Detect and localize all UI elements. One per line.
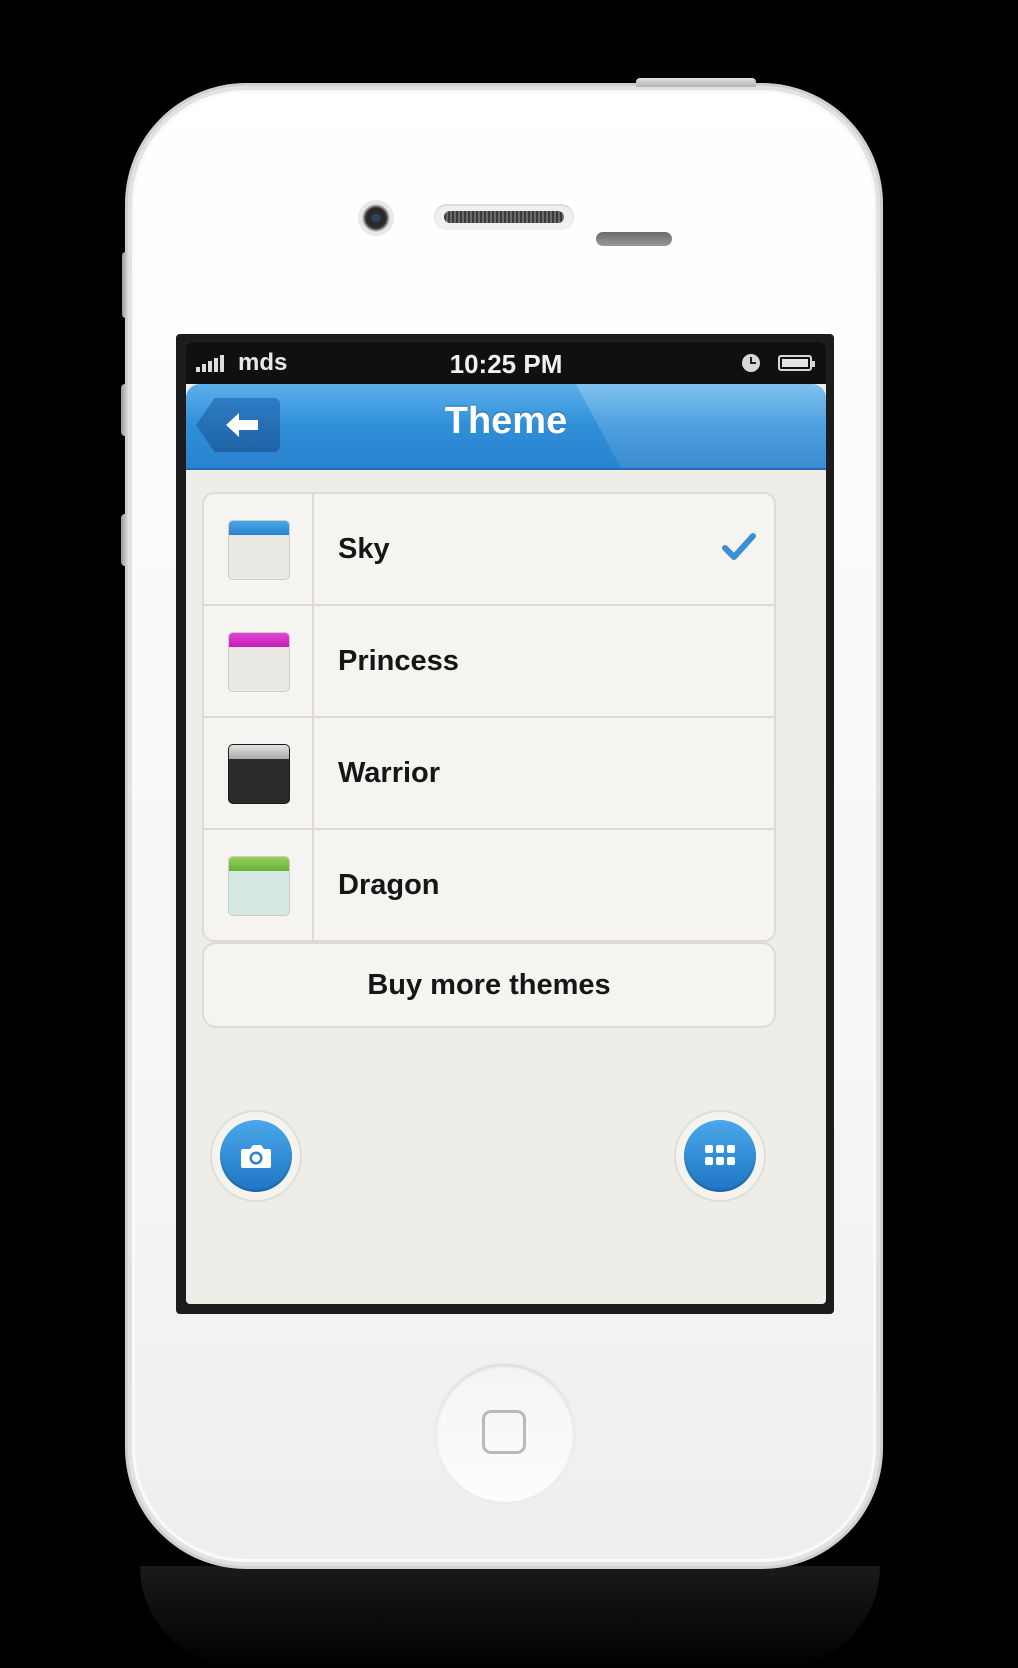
theme-label: Princess: [338, 645, 459, 677]
theme-label: Warrior: [338, 757, 441, 789]
top-speaker: [596, 232, 672, 246]
grid-menu-button[interactable]: [674, 1110, 766, 1202]
battery-icon: [778, 355, 815, 371]
theme-swatch-sky: [228, 520, 290, 580]
checkmark-icon: [722, 533, 756, 560]
home-button[interactable]: [436, 1364, 574, 1502]
theme-swatch-warrior: [228, 744, 290, 804]
home-square-icon: [482, 1410, 526, 1454]
alarm-clock-icon: [742, 354, 760, 372]
earpiece: [434, 204, 574, 230]
theme-label: Dragon: [338, 869, 440, 901]
navigation-bar: Theme: [186, 384, 826, 470]
theme-swatch-princess: [228, 632, 290, 692]
buy-more-themes-button[interactable]: Buy more themes: [202, 942, 776, 1028]
screen: mds 10:25 PM Theme Sky Princess Warrior …: [186, 342, 826, 1304]
power-button: [636, 78, 756, 87]
theme-row-princess[interactable]: Princess: [204, 606, 774, 718]
camera-icon: [241, 1145, 271, 1168]
volume-up-button: [121, 384, 129, 436]
theme-label: Sky: [338, 533, 390, 565]
volume-down-button: [121, 514, 129, 566]
phone-reflection: [140, 1566, 880, 1668]
front-camera: [358, 200, 394, 236]
status-time: 10:25 PM: [449, 349, 563, 379]
grid-icon: [705, 1145, 735, 1165]
theme-swatch-dragon: [228, 856, 290, 916]
mute-switch: [122, 252, 129, 318]
status-bar: mds 10:25 PM: [186, 342, 826, 384]
theme-row-warrior[interactable]: Warrior: [204, 718, 774, 830]
page-title: Theme: [444, 400, 568, 442]
theme-row-sky[interactable]: Sky: [204, 494, 774, 606]
camera-button[interactable]: [210, 1110, 302, 1202]
theme-row-dragon[interactable]: Dragon: [204, 830, 774, 940]
theme-list: Sky Princess Warrior Dragon: [202, 492, 776, 942]
